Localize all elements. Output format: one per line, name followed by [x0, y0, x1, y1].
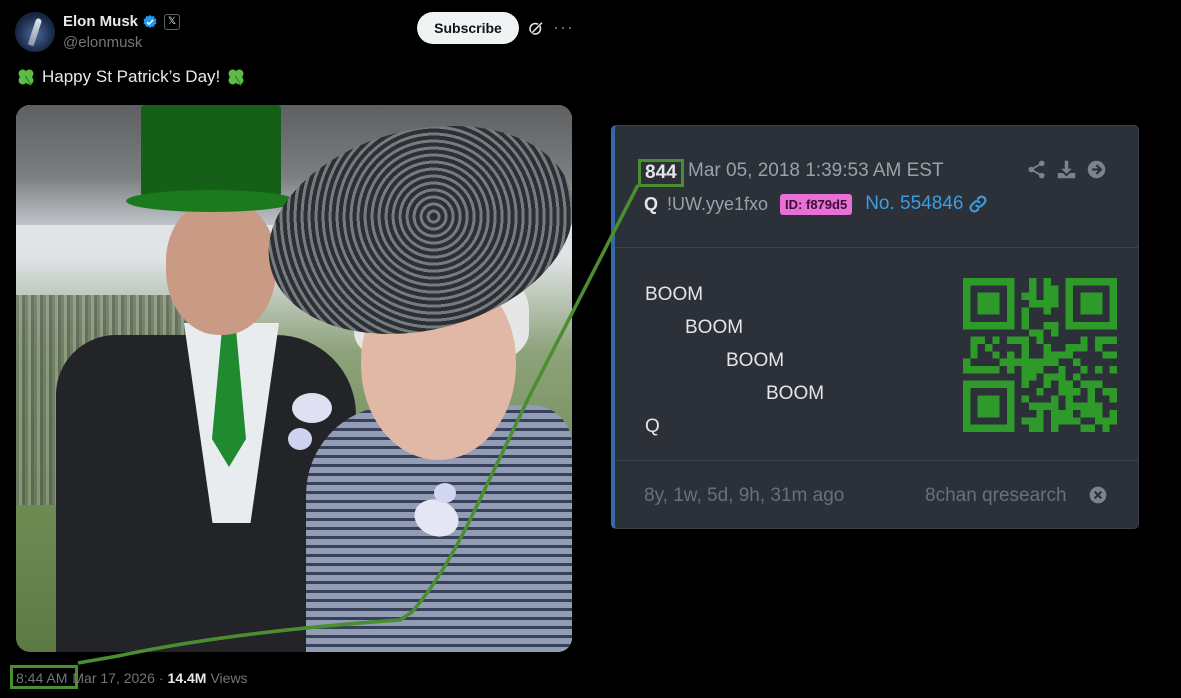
body-line-1: BOOM [645, 284, 704, 305]
q-post-card: 844 Mar 05, 2018 1:39:53 AM EST Q !UW.yy… [611, 125, 1139, 529]
more-options-icon[interactable]: ··· [553, 17, 574, 38]
rocket-icon [27, 17, 43, 47]
grok-icon[interactable] [527, 19, 545, 37]
qr-code-icon [963, 278, 1117, 432]
q-post-body: BOOM BOOM BOOM BOOM Q [615, 248, 1138, 461]
badge [434, 483, 456, 503]
man-face [166, 200, 276, 335]
author-name-row: Elon Musk 𝕏 [63, 13, 181, 30]
download-icon[interactable] [1056, 159, 1077, 180]
four-leaf-clover-icon [18, 69, 34, 86]
badge [292, 393, 332, 423]
body-line-3: BOOM [726, 350, 785, 371]
avatar[interactable] [15, 12, 55, 52]
poster-name: Q [644, 193, 659, 214]
views-label: Views [210, 670, 248, 686]
post-number-link[interactable]: No. 554846 [865, 193, 963, 215]
subscribe-button[interactable]: Subscribe [417, 12, 519, 44]
post-number: 844 [638, 159, 684, 187]
q-post-header: 844 Mar 05, 2018 1:39:53 AM EST Q !UW.yy… [615, 126, 1138, 248]
views-count: 14.4M [167, 670, 207, 686]
time-highlight-box [10, 665, 78, 689]
display-name[interactable]: Elon Musk [63, 13, 138, 30]
body-signature: Q [645, 416, 660, 437]
tweet-photo[interactable] [16, 105, 572, 652]
share-icon[interactable] [1026, 159, 1047, 180]
tweet-date[interactable]: Mar 17, 2026 [72, 670, 155, 686]
handle[interactable]: @elonmusk [63, 34, 142, 51]
green-top-hat [126, 105, 296, 215]
board-name: 8chan qresearch [925, 485, 1067, 506]
tweet-text-row: Happy St Patrick’s Day! [16, 67, 246, 87]
meta-separator: · [158, 670, 164, 686]
poster-info: Q !UW.yye1fxo ID: f879d5 No. 554846 [644, 193, 988, 215]
arrow-right-circle-icon[interactable] [1086, 159, 1107, 180]
link-icon[interactable] [968, 194, 988, 214]
post-timestamp: Mar 05, 2018 1:39:53 AM EST [688, 160, 944, 181]
q-post-footer: 8y, 1w, 5d, 9h, 31m ago 8chan qresearch [615, 461, 1138, 528]
x-affiliation-icon[interactable]: 𝕏 [164, 13, 181, 30]
post-age: 8y, 1w, 5d, 9h, 31m ago [644, 485, 845, 506]
close-icon[interactable] [1088, 485, 1108, 505]
four-leaf-clover-icon [228, 69, 244, 86]
badge [288, 428, 312, 450]
verified-badge-icon [143, 14, 157, 28]
id-badge: ID: f879d5 [780, 193, 853, 215]
tweet-text: Happy St Patrick’s Day! [42, 67, 221, 86]
body-line-4: BOOM [766, 383, 825, 404]
body-line-2: BOOM [685, 317, 744, 338]
tripcode: !UW.yye1fxo [667, 193, 769, 214]
header-actions [1026, 159, 1107, 180]
